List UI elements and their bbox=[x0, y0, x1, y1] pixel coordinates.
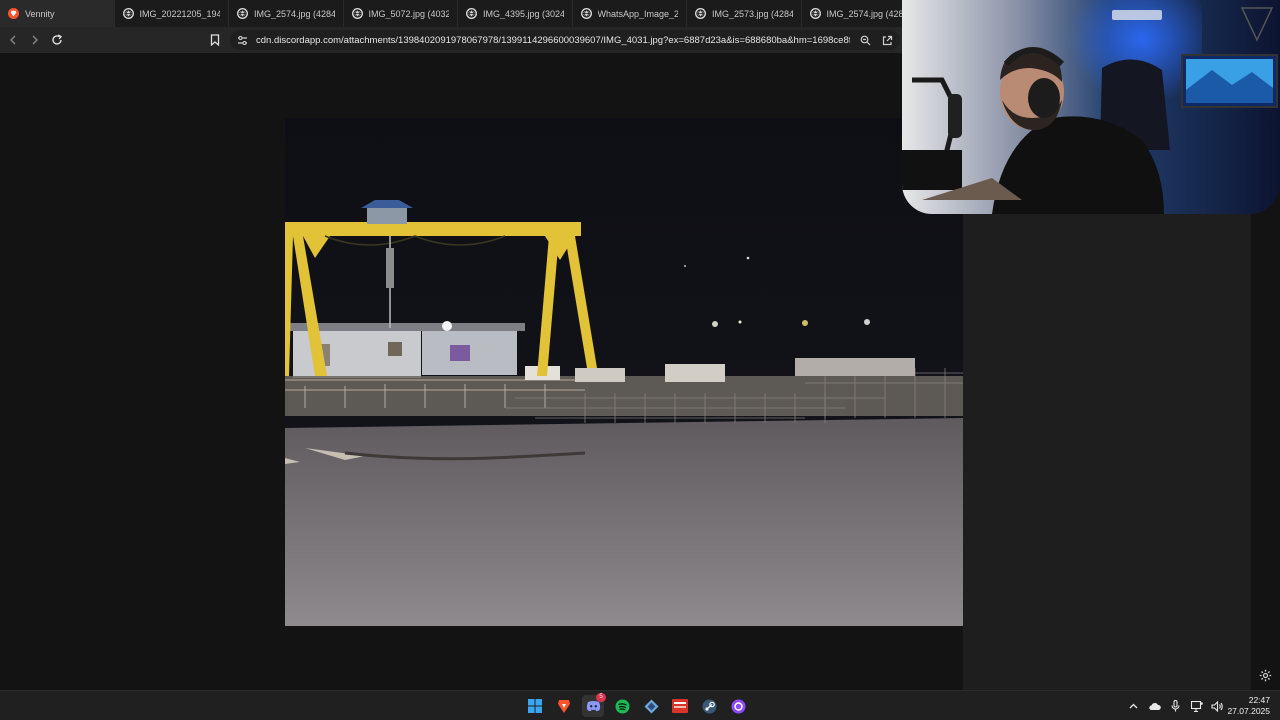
share-icon[interactable] bbox=[880, 33, 894, 47]
windows-logo-icon bbox=[528, 699, 542, 713]
viewed-image[interactable] bbox=[285, 118, 963, 626]
back-button[interactable] bbox=[2, 29, 24, 51]
spotify-icon bbox=[615, 699, 629, 713]
tab-5[interactable]: WhatsApp_Image_202 bbox=[573, 0, 687, 27]
tab-title: WhatsApp_Image_202 bbox=[597, 8, 679, 19]
taskbar-app-diamond[interactable] bbox=[640, 695, 662, 717]
bookmark-button[interactable] bbox=[206, 29, 224, 51]
tab-title: IMG_20221205_19443 bbox=[139, 8, 221, 19]
chevron-up-icon[interactable] bbox=[1127, 700, 1140, 713]
globe-icon bbox=[809, 8, 821, 19]
construction-yard-photo bbox=[285, 118, 963, 626]
clock-time: 22:47 bbox=[1248, 695, 1270, 705]
address-bar[interactable]: cdn.discordapp.com/attachments/139840209… bbox=[230, 30, 900, 50]
site-settings-icon[interactable] bbox=[236, 34, 248, 46]
forward-arrow-icon bbox=[32, 35, 38, 45]
taskbar-steam[interactable] bbox=[698, 695, 720, 717]
brave-lion-icon bbox=[8, 8, 19, 19]
tab-1[interactable]: IMG_20221205_19443 bbox=[115, 0, 229, 27]
webcam-overlay bbox=[902, 0, 1280, 214]
globe-icon bbox=[351, 8, 363, 19]
brave-icon bbox=[558, 699, 570, 713]
globe-icon bbox=[237, 8, 248, 19]
tab-title: IMG_2574.jpg (4284×5 bbox=[254, 8, 335, 19]
settings-button[interactable] bbox=[1257, 667, 1273, 683]
screen: Vennity IMG_20221205_19443 IMG_2574.jpg … bbox=[0, 0, 1280, 720]
tab-title: IMG_2573.jpg (4284×5 bbox=[712, 8, 793, 19]
side-panel bbox=[963, 213, 1251, 690]
tab-4[interactable]: IMG_4395.jpg (3024×4 bbox=[458, 0, 573, 27]
reload-icon bbox=[52, 34, 63, 45]
back-arrow-icon bbox=[10, 35, 16, 45]
tab-title: IMG_4395.jpg (3024×4 bbox=[483, 8, 564, 19]
tab-7[interactable]: IMG_2574.jpg (4284×5 bbox=[802, 0, 916, 27]
network-icon[interactable] bbox=[1190, 700, 1203, 713]
steam-icon bbox=[702, 699, 716, 713]
microphone-icon[interactable] bbox=[1169, 700, 1182, 713]
tab-title: IMG_2574.jpg (4284×5 bbox=[826, 8, 908, 19]
zoom-icon[interactable] bbox=[858, 33, 872, 47]
streamer-webcam bbox=[902, 0, 1280, 214]
tab-0[interactable]: Vennity bbox=[0, 0, 115, 27]
globe-icon bbox=[695, 8, 706, 19]
red-news-app-icon bbox=[672, 699, 688, 713]
taskbar-clock[interactable]: 22:47 27.07.2025 bbox=[1226, 695, 1270, 717]
reload-button[interactable] bbox=[46, 29, 68, 51]
clock-date: 27.07.2025 bbox=[1227, 706, 1270, 716]
cloud-icon[interactable] bbox=[1148, 700, 1161, 713]
windows-taskbar: 5 22:47 27.07.2025 bbox=[0, 690, 1280, 720]
taskbar-app-purple-circle[interactable] bbox=[727, 695, 749, 717]
forward-button[interactable] bbox=[24, 29, 46, 51]
taskbar-start-button[interactable] bbox=[524, 695, 546, 717]
globe-icon bbox=[466, 8, 477, 19]
tab-3[interactable]: IMG_5072.jpg (4032×3 bbox=[344, 0, 458, 27]
taskbar-app-red-news[interactable] bbox=[669, 695, 691, 717]
tab-2[interactable]: IMG_2574.jpg (4284×5 bbox=[229, 0, 344, 27]
gear-icon bbox=[1259, 669, 1271, 681]
diamond-app-icon bbox=[644, 699, 658, 713]
purple-circle-app-icon bbox=[731, 699, 745, 713]
speaker-icon[interactable] bbox=[1211, 700, 1224, 713]
globe-icon bbox=[580, 8, 592, 19]
bookmark-icon bbox=[210, 34, 220, 46]
tab-6[interactable]: IMG_2573.jpg (4284×5 bbox=[687, 0, 802, 27]
taskbar-apps: 5 bbox=[524, 693, 749, 717]
tab-title: IMG_5072.jpg (4032×3 bbox=[368, 8, 450, 19]
url-text: cdn.discordapp.com/attachments/139840209… bbox=[256, 34, 850, 46]
taskbar-discord[interactable]: 5 bbox=[582, 693, 606, 717]
notification-badge: 5 bbox=[596, 693, 606, 702]
taskbar-brave[interactable] bbox=[553, 695, 575, 717]
tab-title: Vennity bbox=[25, 8, 55, 19]
taskbar-spotify[interactable] bbox=[611, 695, 633, 717]
system-tray bbox=[1127, 696, 1224, 716]
globe-icon bbox=[122, 8, 134, 19]
